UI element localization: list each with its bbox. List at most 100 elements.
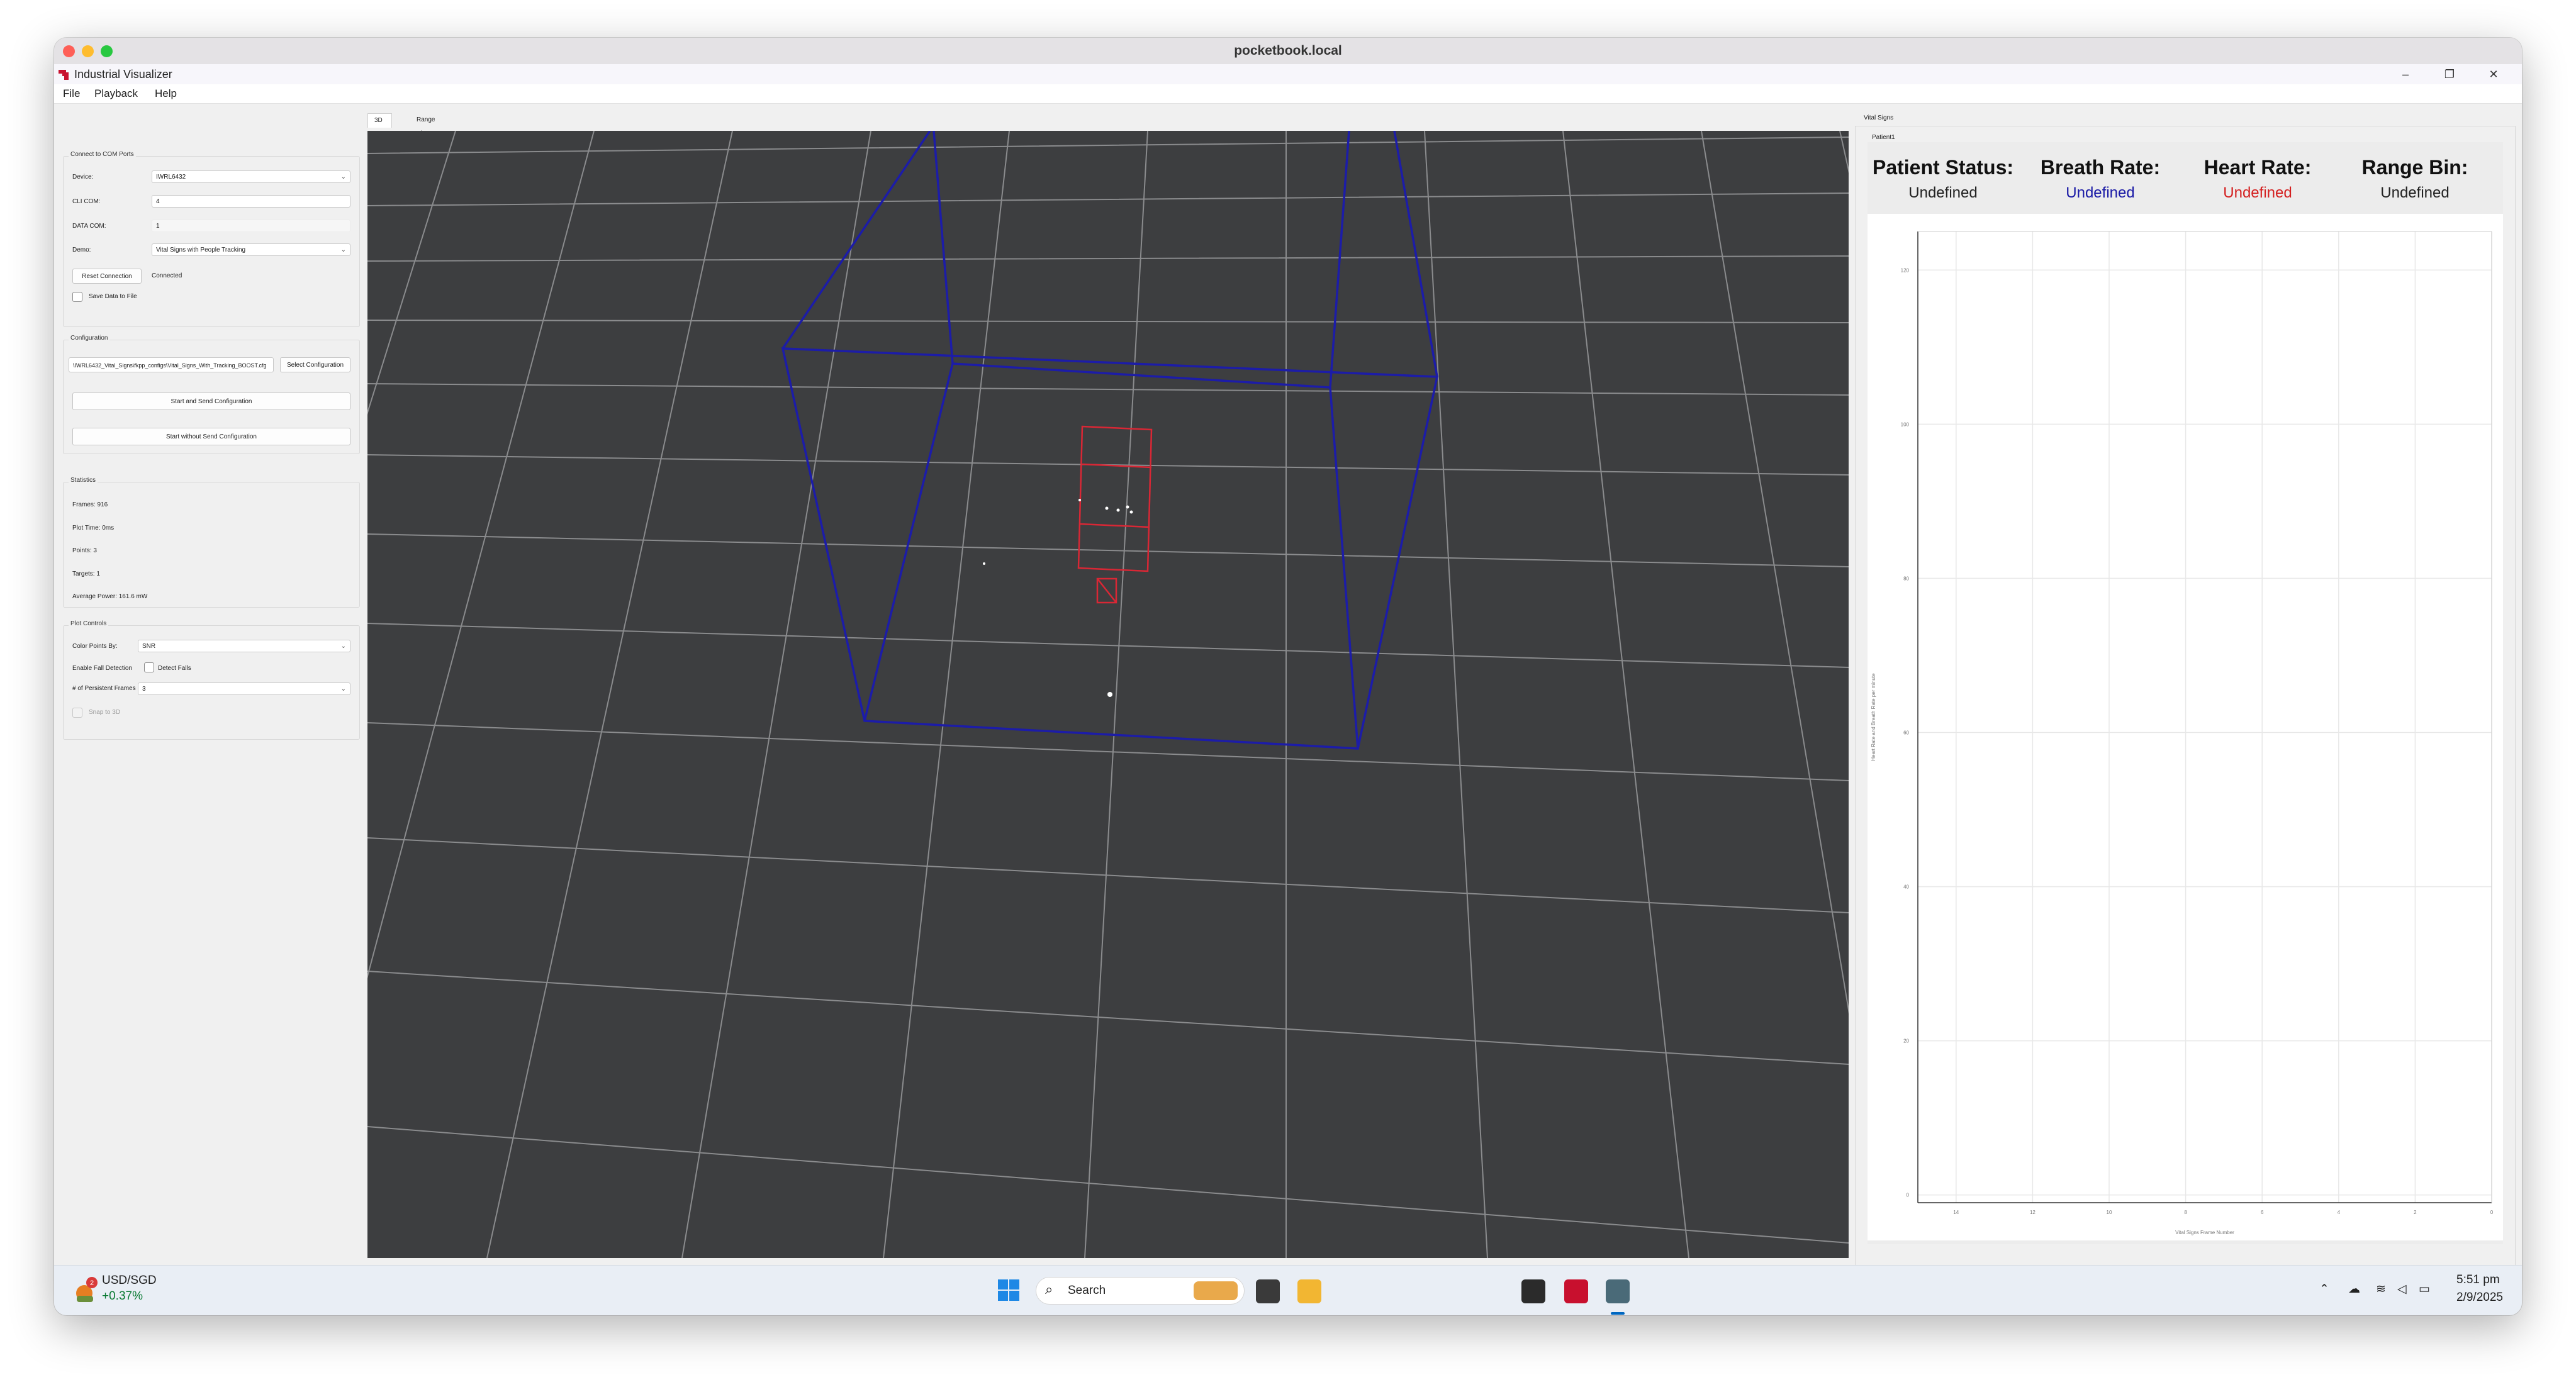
heart-rate-stat: Heart Rate: Undefined <box>2182 156 2333 202</box>
patient-status-label: Patient Status: <box>1872 156 2014 179</box>
vitals-group-title: Vital Signs <box>1864 114 1894 121</box>
app-close-button[interactable]: ✕ <box>2472 64 2516 84</box>
volume-icon[interactable]: ◁ <box>2397 1282 2407 1296</box>
search-placeholder: Search <box>1068 1284 1106 1297</box>
data-com-label: DATA COM: <box>72 223 106 230</box>
breath-rate-label: Breath Rate: <box>2040 156 2161 179</box>
menubar: File Playback Help <box>54 84 2522 104</box>
config-group-title: Configuration <box>69 335 110 342</box>
y-tick-label: 80 <box>1903 576 1909 581</box>
app-titlebar: Industrial Visualizer – ❐ ✕ <box>54 64 2522 84</box>
tab-3d-plot[interactable]: 3D Plot <box>367 113 393 138</box>
config-path-input[interactable]: \IWRL6432_Vital_Signs\fkpp_configs\Vital… <box>69 357 274 372</box>
range-bin-value: Undefined <box>2380 184 2450 201</box>
mac-window-title: pocketbook.local <box>1234 43 1342 58</box>
tab-range-plot[interactable]: Range Plot <box>410 113 441 137</box>
app-restore-button[interactable]: ❐ <box>2428 64 2472 84</box>
taskbar-search[interactable]: ⌕ Search <box>1036 1277 1245 1305</box>
x-tick-label: 14 <box>1953 1210 1959 1215</box>
patient-status-stat: Patient Status: Undefined <box>1868 156 2019 202</box>
plot-time-stat: Plot Time: 0ms <box>72 525 115 532</box>
detect-falls-checkbox[interactable] <box>144 662 154 672</box>
boundary-box <box>781 131 1439 750</box>
task-view-icon[interactable] <box>1256 1279 1280 1303</box>
chevron-down-icon: ⌄ <box>340 643 346 650</box>
start-send-config-button[interactable]: Start and Send Configuration <box>72 393 350 410</box>
terminal-icon[interactable] <box>1521 1279 1545 1303</box>
y-tick-label: 60 <box>1903 730 1909 736</box>
demo-select[interactable]: Vital Signs with People Tracking ⌄ <box>152 243 350 256</box>
visualizer-app-icon[interactable] <box>1606 1279 1630 1303</box>
x-tick-label: 10 <box>2107 1210 2112 1215</box>
ticker-change: +0.37% <box>102 1290 143 1303</box>
device-select[interactable]: IWRL6432 ⌄ <box>152 170 350 183</box>
breath-rate-value: Undefined <box>2066 184 2135 201</box>
detect-falls-label: Detect Falls <box>158 665 191 672</box>
fall-detection-label: Enable Fall Detection <box>72 665 133 672</box>
app-minimize-button[interactable]: – <box>2383 64 2428 84</box>
average-power-stat: Average Power: 161.6 mW <box>72 593 148 600</box>
x-tick-label: 6 <box>2261 1210 2264 1215</box>
search-highlight-icon <box>1194 1281 1238 1300</box>
save-data-checkbox[interactable] <box>72 292 82 302</box>
persistent-frames-label: # of Persistent Frames <box>72 685 136 692</box>
data-com-input[interactable]: 1 <box>152 220 350 232</box>
patient-tab[interactable]: Patient1 <box>1872 134 1895 141</box>
ticker-name: USD/SGD <box>102 1274 157 1287</box>
chevron-down-icon: ⌄ <box>340 247 346 253</box>
snap-3d-checkbox[interactable] <box>72 708 82 718</box>
app-title: Industrial Visualizer <box>74 68 172 81</box>
wifi-icon[interactable]: ≋ <box>2376 1282 2386 1296</box>
plot-controls-group: Plot Controls Color Points By: SNR ⌄ Enab… <box>63 620 360 740</box>
connection-status: Connected <box>152 272 182 279</box>
point-cloud <box>983 499 1133 697</box>
plot-controls-title: Plot Controls <box>69 620 109 627</box>
reset-connection-button[interactable]: Reset Connection <box>72 269 142 284</box>
mac-titlebar: pocketbook.local <box>54 38 2522 65</box>
flash-app-icon[interactable] <box>1564 1279 1588 1303</box>
menu-playback[interactable]: Playback <box>94 84 138 103</box>
snap-3d-label: Snap to 3D <box>89 709 121 716</box>
breath-rate-stat: Breath Rate: Undefined <box>2025 156 2176 202</box>
search-icon: ⌕ <box>1045 1281 1053 1297</box>
onedrive-icon[interactable]: ☁ <box>2348 1282 2360 1296</box>
start-without-send-button[interactable]: Start without Send Configuration <box>72 428 350 445</box>
heart-rate-value: Undefined <box>2223 184 2292 201</box>
x-axis-label: Vital Signs Frame Number <box>2175 1230 2234 1235</box>
start-button-icon[interactable] <box>997 1278 1021 1302</box>
y-tick-label: 100 <box>1901 421 1910 427</box>
heart-rate-label: Heart Rate: <box>2204 156 2312 179</box>
targets-stat: Targets: 1 <box>72 571 100 577</box>
x-tick-label: 8 <box>2184 1210 2187 1215</box>
select-configuration-button[interactable]: Select Configuration <box>280 357 350 372</box>
chevron-down-icon: ⌄ <box>340 686 346 693</box>
file-explorer-icon[interactable] <box>1297 1279 1321 1303</box>
tracked-target-box <box>1077 425 1153 604</box>
clock-date[interactable]: 2/9/2025 <box>2456 1291 2503 1305</box>
statistics-group: Statistics Frames: 916 Plot Time: 0ms Po… <box>63 477 360 608</box>
clock-time[interactable]: 5:51 pm <box>2456 1273 2500 1287</box>
menu-file[interactable]: File <box>63 84 80 103</box>
weather-widget-icon[interactable]: 2 <box>73 1277 98 1305</box>
color-points-select[interactable]: SNR ⌄ <box>138 640 350 652</box>
cli-com-label: CLI COM: <box>72 198 101 205</box>
menu-help[interactable]: Help <box>155 84 177 103</box>
range-bin-stat: Range Bin: Undefined <box>2339 156 2490 202</box>
save-data-label: Save Data to File <box>89 293 137 300</box>
x-tick-label: 2 <box>2414 1210 2417 1215</box>
persistent-frames-select[interactable]: 3 ⌄ <box>138 682 350 695</box>
chevron-up-icon[interactable]: ⌃ <box>2319 1282 2329 1296</box>
svg-text:2: 2 <box>90 1279 94 1287</box>
active-app-indicator <box>1611 1312 1625 1315</box>
ti-logo-icon <box>59 70 69 80</box>
cli-com-input[interactable]: 4 <box>152 195 350 208</box>
color-points-label: Color Points By: <box>72 643 118 650</box>
patient-status-value: Undefined <box>1908 184 1978 201</box>
y-axis-label: Heart Rate and Breath Rate per minute <box>1871 673 1876 761</box>
3d-plot-canvas[interactable] <box>367 131 1849 1258</box>
battery-icon[interactable]: ▭ <box>2419 1282 2430 1296</box>
y-tick-label: 0 <box>1907 1193 1910 1198</box>
y-tick-label: 120 <box>1901 267 1910 273</box>
demo-label: Demo: <box>72 247 91 253</box>
vitals-chart[interactable]: 020406080100120 14 12 10 8 6 4 2 0 Vital Signs … <box>1868 214 2503 1240</box>
